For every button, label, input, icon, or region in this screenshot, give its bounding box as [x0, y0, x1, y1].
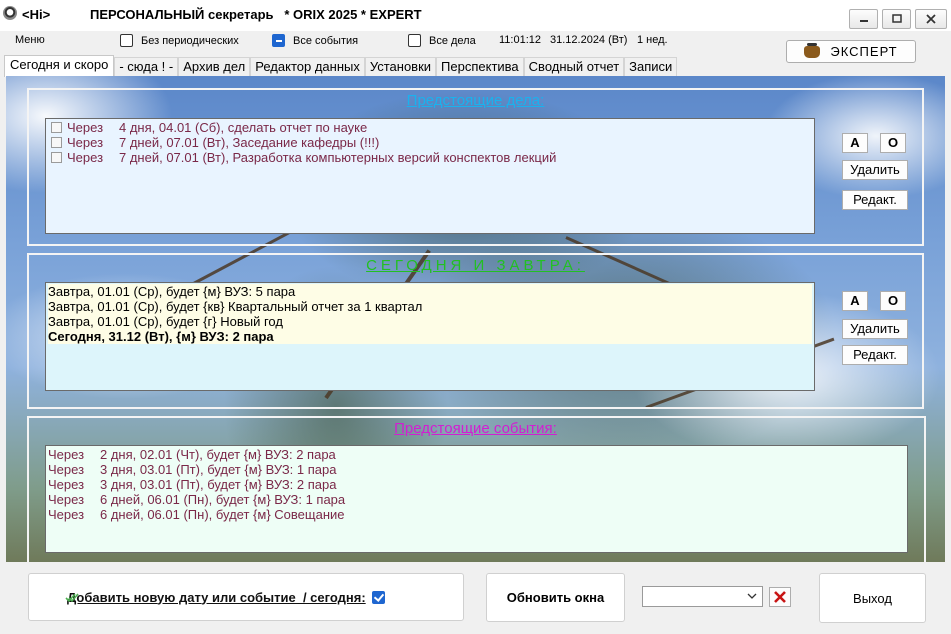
today-font-a-button[interactable]: А — [842, 291, 868, 311]
no-periodic-option[interactable]: Без периодических — [120, 34, 239, 47]
upcoming-events-list[interactable]: Через 2 дня, 02.01 (Чт), будет {м} ВУЗ: 2… — [45, 445, 908, 553]
all-events-label: Все события — [293, 34, 359, 47]
chevron-down-icon — [747, 593, 757, 599]
refresh-windows-button[interactable]: Обновить окна — [486, 573, 625, 622]
no-periodic-label: Без периодических — [141, 34, 239, 47]
item-prefix: Через — [48, 477, 85, 492]
background-photo: Через 4 дня, 04.01 (Сб), сделать отчет п… — [6, 76, 945, 562]
maximize-button[interactable] — [882, 9, 911, 29]
current-date: 31.12.2024 (Вт) — [550, 34, 628, 46]
clock-time: 11:01:12 — [499, 34, 542, 46]
item-text: 6 дней, 06.01 (Пн), будет {м} Совещание — [100, 507, 345, 522]
clear-button[interactable] — [769, 587, 791, 607]
list-item[interactable]: Через 3 дня, 03.01 (Пт), будет {м} ВУЗ: 1… — [48, 462, 905, 477]
week-number: 1 нед. — [637, 34, 668, 46]
list-item[interactable]: Через 6 дней, 06.01 (Пн), будет {м} Совещ… — [48, 507, 905, 522]
list-item[interactable]: Через 4 дня, 04.01 (Сб), сделать отчет п… — [48, 120, 812, 135]
tab-here[interactable]: - сюда ! - — [114, 57, 179, 77]
title-prefix: <Hi> — [22, 7, 51, 22]
today-font-o-button[interactable]: О — [880, 291, 906, 311]
menu-button[interactable]: Меню — [15, 34, 45, 46]
item-text: 4 дня, 04.01 (Сб), сделать отчет по наук… — [119, 120, 368, 135]
expert-button[interactable]: ЭКСПЕРТ — [786, 40, 916, 63]
double-check-icon — [65, 593, 79, 603]
item-text: 7 дней, 07.01 (Вт), Разработка компьютер… — [119, 150, 557, 165]
list-item[interactable]: Через 7 дней, 07.01 (Вт), Заседание кафе… — [48, 135, 812, 150]
tasks-delete-button[interactable]: Удалить — [842, 160, 908, 180]
tasks-edit-button[interactable]: Редакт. — [842, 190, 908, 210]
tab-data-editor[interactable]: Редактор данных — [250, 57, 365, 77]
list-item[interactable]: Завтра, 01.01 (Ср), будет {м} ВУЗ: 5 пар… — [48, 284, 812, 299]
all-tasks-option[interactable]: Все дела — [408, 34, 476, 47]
item-prefix: Через — [67, 135, 104, 150]
filter-select[interactable] — [642, 586, 763, 607]
app-icon — [3, 6, 17, 20]
item-prefix: Через — [48, 447, 85, 462]
maximize-icon — [891, 14, 902, 23]
tab-today-soon[interactable]: Сегодня и скоро — [4, 55, 115, 77]
item-text: 6 дней, 06.01 (Пн), будет {м} ВУЗ: 1 пар… — [100, 492, 346, 507]
close-icon — [926, 14, 936, 24]
today-tomorrow-list[interactable]: Завтра, 01.01 (Ср), будет {м} ВУЗ: 5 пар… — [45, 282, 815, 391]
tab-notes[interactable]: Записи — [624, 57, 678, 77]
all-tasks-label: Все дела — [429, 34, 476, 47]
cauldron-icon — [804, 42, 821, 58]
item-prefix: Через — [67, 120, 104, 135]
item-text: 2 дня, 02.01 (Чт), будет {м} ВУЗ: 2 пара — [100, 447, 336, 462]
tab-settings[interactable]: Установки — [364, 57, 437, 77]
tab-summary-report[interactable]: Сводный отчет — [523, 57, 625, 77]
expert-label: ЭКСПЕРТ — [830, 44, 898, 59]
tab-bar: Сегодня и скоро - сюда ! - Архив дел Ред… — [4, 55, 678, 77]
list-item[interactable]: Через 3 дня, 03.01 (Пт), будет {м} ВУЗ: 2… — [48, 477, 905, 492]
task-checkbox[interactable] — [51, 122, 62, 133]
list-item[interactable]: Завтра, 01.01 (Ср), будет {кв} Квартальн… — [48, 299, 812, 314]
all-events-option[interactable]: Все события — [272, 34, 358, 47]
exit-button[interactable]: Выход — [819, 573, 926, 623]
all-tasks-checkbox[interactable] — [408, 34, 421, 47]
item-prefix: Через — [67, 150, 104, 165]
list-item[interactable]: Завтра, 01.01 (Ср), будет {г} Новый год — [48, 314, 812, 329]
item-text: 3 дня, 03.01 (Пт), будет {м} ВУЗ: 2 пара — [100, 477, 337, 492]
tab-perspective[interactable]: Перспектива — [436, 57, 524, 77]
tab-archive[interactable]: Архив дел — [178, 57, 251, 77]
add-event-button[interactable]: Добавить новую дату или событие / сегодн… — [28, 573, 464, 621]
item-prefix: Через — [48, 462, 85, 477]
red-x-icon — [774, 591, 786, 603]
title-bar: <Hi> ПЕРСОНАЛЬНЫЙ секретарь * ORIX 2025 … — [0, 0, 951, 31]
list-item[interactable]: Через 2 дня, 02.01 (Чт), будет {м} ВУЗ: 2… — [48, 447, 905, 462]
item-prefix: Через — [48, 492, 85, 507]
item-prefix: Через — [48, 507, 85, 522]
tasks-font-o-button[interactable]: О — [880, 133, 906, 153]
minimize-button[interactable] — [849, 9, 878, 29]
list-item[interactable]: Сегодня, 31.12 (Вт), {м} ВУЗ: 2 пара — [48, 329, 812, 344]
add-event-label: Добавить новую дату или событие / сегодн… — [67, 589, 366, 605]
window-title: ПЕРСОНАЛЬНЫЙ секретарь * ORIX 2025 * EXP… — [90, 7, 422, 22]
task-checkbox[interactable] — [51, 152, 62, 163]
task-checkbox[interactable] — [51, 137, 62, 148]
today-delete-button[interactable]: Удалить — [842, 319, 908, 339]
item-text: 7 дней, 07.01 (Вт), Заседание кафедры (!… — [119, 135, 380, 150]
add-today-checkbox[interactable] — [371, 590, 385, 604]
minimize-icon — [859, 20, 868, 22]
list-item[interactable]: Через 7 дней, 07.01 (Вт), Разработка ком… — [48, 150, 812, 165]
upcoming-tasks-list[interactable]: Через 4 дня, 04.01 (Сб), сделать отчет п… — [45, 118, 815, 234]
item-text: 3 дня, 03.01 (Пт), будет {м} ВУЗ: 1 пара — [100, 462, 337, 477]
list-item[interactable]: Через 6 дней, 06.01 (Пн), будет {м} ВУЗ: … — [48, 492, 905, 507]
all-events-checkbox[interactable] — [272, 34, 285, 47]
close-button[interactable] — [915, 9, 947, 29]
today-edit-button[interactable]: Редакт. — [842, 345, 908, 365]
tasks-font-a-button[interactable]: А — [842, 133, 868, 153]
no-periodic-checkbox[interactable] — [120, 34, 133, 47]
